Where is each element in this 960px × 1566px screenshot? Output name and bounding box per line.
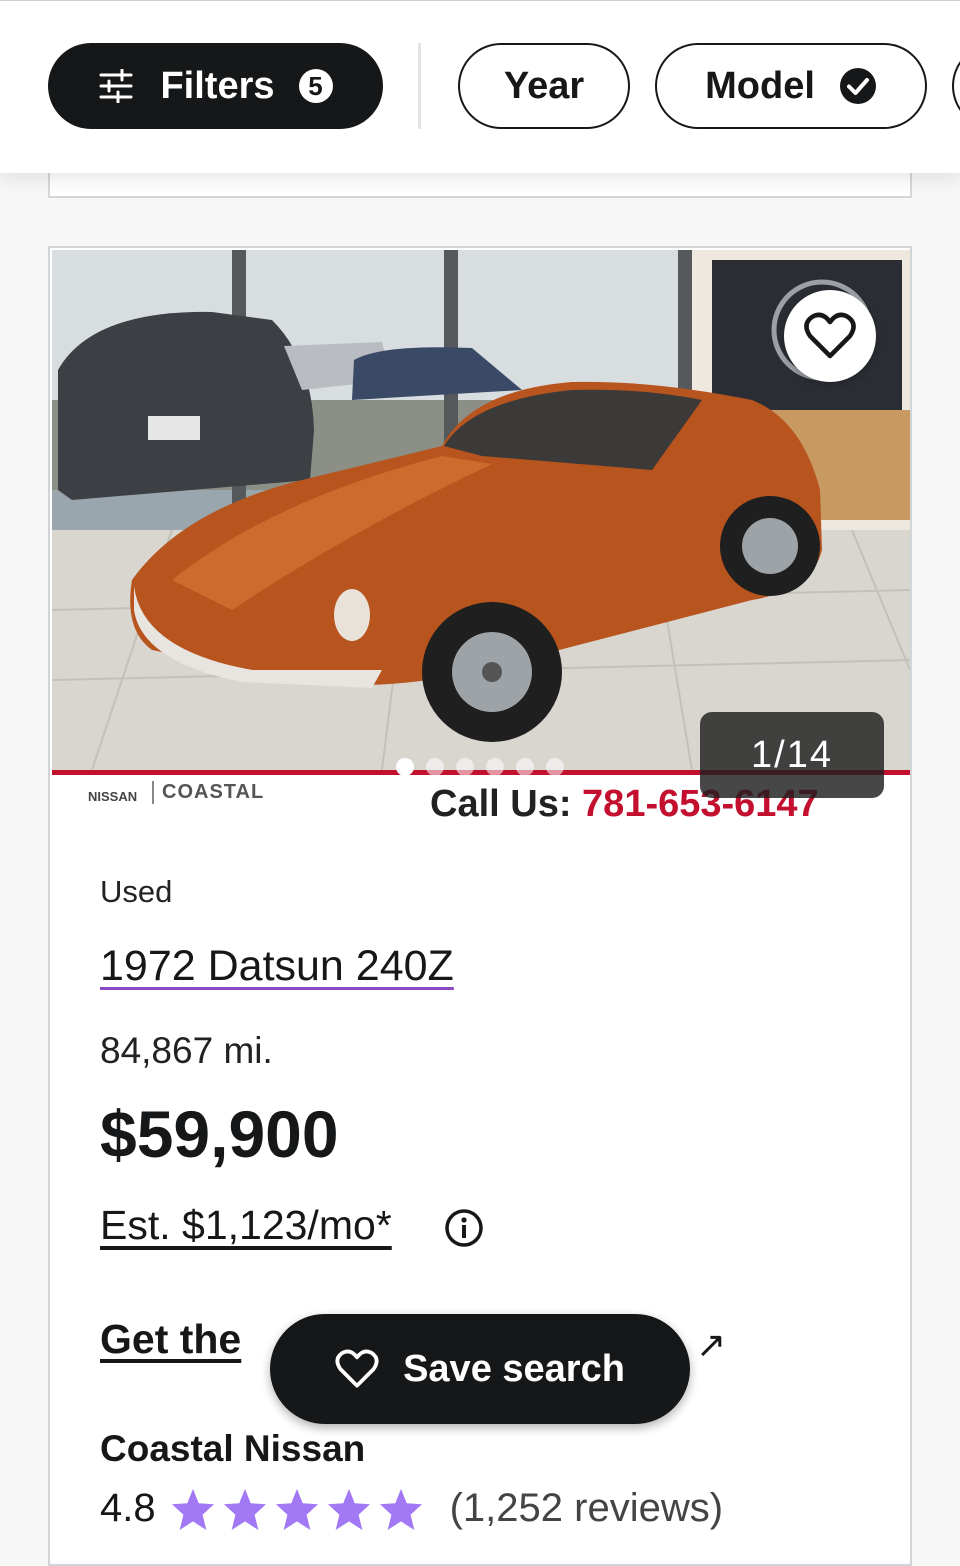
pagination-dot[interactable] xyxy=(456,758,474,776)
listing-photo[interactable]: NISSAN COASTAL Call Us: 781-653-6147 1/1… xyxy=(52,250,910,824)
rating-stars xyxy=(170,1487,424,1531)
info-icon[interactable] xyxy=(444,1208,484,1248)
star-icon xyxy=(327,1488,370,1530)
listing-title-link[interactable]: 1972 Datsun 240Z xyxy=(100,942,454,991)
listing-condition: Used xyxy=(100,874,173,909)
reviews-link[interactable]: (1,252 reviews) xyxy=(450,1486,723,1531)
dealer-rating: 4.8 (1,252 reviews) xyxy=(100,1486,723,1531)
photo-pagination-dots xyxy=(396,758,564,776)
listing-price: $59,900 xyxy=(100,1097,339,1171)
filters-button[interactable]: Filters 5 xyxy=(48,43,383,129)
photo-counter: 1/14 xyxy=(700,712,884,798)
save-search-label: Save search xyxy=(403,1347,625,1390)
star-icon xyxy=(171,1488,214,1530)
banner-brand: NISSAN xyxy=(88,789,138,804)
banner-call-label: Call Us: xyxy=(430,783,572,824)
external-link-icon: ↗ xyxy=(696,1324,727,1365)
star-icon xyxy=(275,1488,318,1530)
banner-dealer-logo: COASTAL xyxy=(152,781,264,804)
filters-label: Filters xyxy=(160,64,275,107)
heart-icon xyxy=(804,312,856,359)
pagination-dot[interactable] xyxy=(546,758,564,776)
pagination-dot[interactable] xyxy=(426,758,444,776)
rating-value: 4.8 xyxy=(100,1486,156,1530)
star-icon xyxy=(379,1488,422,1530)
model-filter-label: Model xyxy=(705,64,815,107)
dealer-name: Coastal Nissan xyxy=(100,1428,366,1469)
more-filter-button[interactable] xyxy=(952,43,960,129)
star-icon xyxy=(223,1488,266,1530)
pagination-dot[interactable] xyxy=(486,758,504,776)
save-search-button[interactable]: Save search xyxy=(270,1314,690,1424)
year-filter-button[interactable]: Year xyxy=(458,43,630,129)
monthly-estimate-link[interactable]: Est. $1,123/mo* xyxy=(100,1202,392,1249)
pagination-dot[interactable] xyxy=(516,758,534,776)
filters-count-badge: 5 xyxy=(298,69,333,103)
pagination-dot[interactable] xyxy=(396,758,414,776)
favorite-button[interactable] xyxy=(784,290,876,382)
filter-divider xyxy=(418,43,421,129)
check-circle-icon xyxy=(839,68,876,104)
listing-mileage: 84,867 mi. xyxy=(100,1030,273,1071)
sliders-icon xyxy=(99,69,133,103)
model-filter-button[interactable]: Model xyxy=(655,43,927,129)
heart-icon xyxy=(335,1349,379,1388)
filter-bar: Filters 5 Year Model xyxy=(0,0,960,173)
year-filter-label: Year xyxy=(503,64,585,107)
cta-link[interactable]: Get the xyxy=(100,1316,241,1363)
